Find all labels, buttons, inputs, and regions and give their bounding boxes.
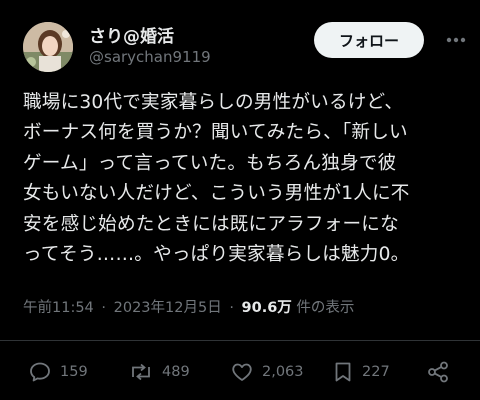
divider bbox=[0, 340, 480, 341]
action-bar: 159 489 2,063 227 bbox=[0, 355, 480, 389]
share-icon bbox=[426, 360, 450, 384]
reply-button[interactable]: 159 bbox=[28, 355, 88, 389]
views-count: 90.6万 bbox=[241, 300, 292, 316]
post-text-line: 女もいない人だけど、こういう男性が1人に不 bbox=[23, 183, 410, 205]
like-button[interactable]: 2,063 bbox=[230, 355, 304, 389]
post-text-line: ってそう……。やっぱり実家暮らしは魅力0。 bbox=[23, 244, 410, 266]
post-text: 職場に30代で実家暮らしの男性がいるけど、 ボーナス何を買うか？聞いてみたら、「… bbox=[23, 88, 463, 270]
reply-icon bbox=[28, 360, 52, 384]
share-button[interactable] bbox=[426, 355, 450, 389]
post-time[interactable]: 午前11:54 bbox=[23, 300, 94, 316]
meta-separator: · bbox=[101, 300, 107, 316]
display-name[interactable]: さり@婚活 bbox=[89, 22, 174, 47]
meta-separator: · bbox=[229, 300, 234, 316]
more-icon[interactable] bbox=[438, 25, 474, 55]
user-handle[interactable]: @sarychan9119 bbox=[89, 48, 211, 66]
post-text-line: 職場に30代で実家暮らしの男性がいるけど、 bbox=[23, 92, 404, 113]
bookmark-count: 227 bbox=[362, 364, 390, 380]
post-meta: 午前11:54 · 2023年12月5日 · 90.6万 件の表示 bbox=[23, 296, 354, 317]
heart-icon bbox=[230, 360, 254, 384]
post-text-line: ボーナス何を買うか？聞いてみたら、「新しい bbox=[23, 122, 408, 144]
like-count: 2,063 bbox=[262, 364, 304, 380]
bookmark-button[interactable]: 227 bbox=[332, 355, 390, 389]
repost-button[interactable]: 489 bbox=[128, 355, 190, 389]
repost-icon bbox=[128, 360, 154, 384]
bookmark-icon bbox=[332, 360, 354, 384]
post-header: さり@婚活 @sarychan9119 フォロー bbox=[0, 0, 480, 80]
views-label: 件の表示 bbox=[296, 300, 355, 316]
avatar-image bbox=[23, 22, 73, 72]
follow-button[interactable]: フォロー bbox=[314, 22, 424, 58]
avatar[interactable] bbox=[23, 22, 73, 72]
post-text-line: 安を感じ始めたときには既にアラフォーにな bbox=[23, 213, 399, 235]
reply-count: 159 bbox=[60, 364, 88, 380]
repost-count: 489 bbox=[162, 364, 190, 380]
post-text-line: ゲーム」って言っていた。もちろん独身で彼 bbox=[23, 152, 397, 174]
post-date[interactable]: 2023年12月5日 bbox=[114, 300, 222, 316]
